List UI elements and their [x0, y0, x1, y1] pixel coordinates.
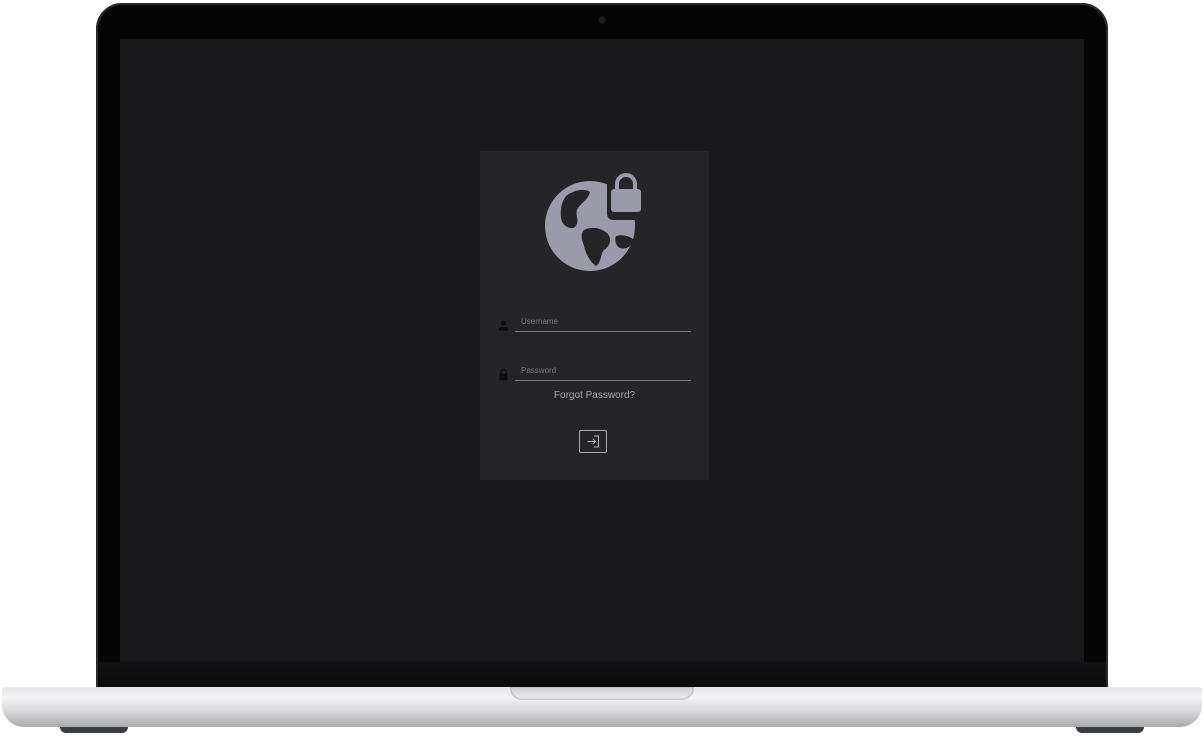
laptop-foot-right	[1076, 727, 1144, 733]
password-input[interactable]	[515, 360, 691, 381]
lock-icon	[499, 368, 508, 381]
laptop-mockup: Forgot Password?	[0, 0, 1204, 736]
username-field	[496, 311, 692, 335]
screen-bottom-bezel	[98, 662, 1106, 687]
login-arrow-icon	[587, 435, 599, 448]
forgot-password-link[interactable]: Forgot Password?	[480, 390, 709, 401]
person-icon	[498, 320, 509, 331]
password-field	[496, 360, 692, 384]
laptop-opening-notch	[510, 687, 694, 700]
username-input[interactable]	[515, 311, 691, 332]
globe-lock-icon	[545, 173, 641, 271]
laptop-foot-left	[60, 727, 128, 733]
sign-in-button[interactable]	[579, 430, 607, 453]
camera-icon	[599, 17, 605, 23]
